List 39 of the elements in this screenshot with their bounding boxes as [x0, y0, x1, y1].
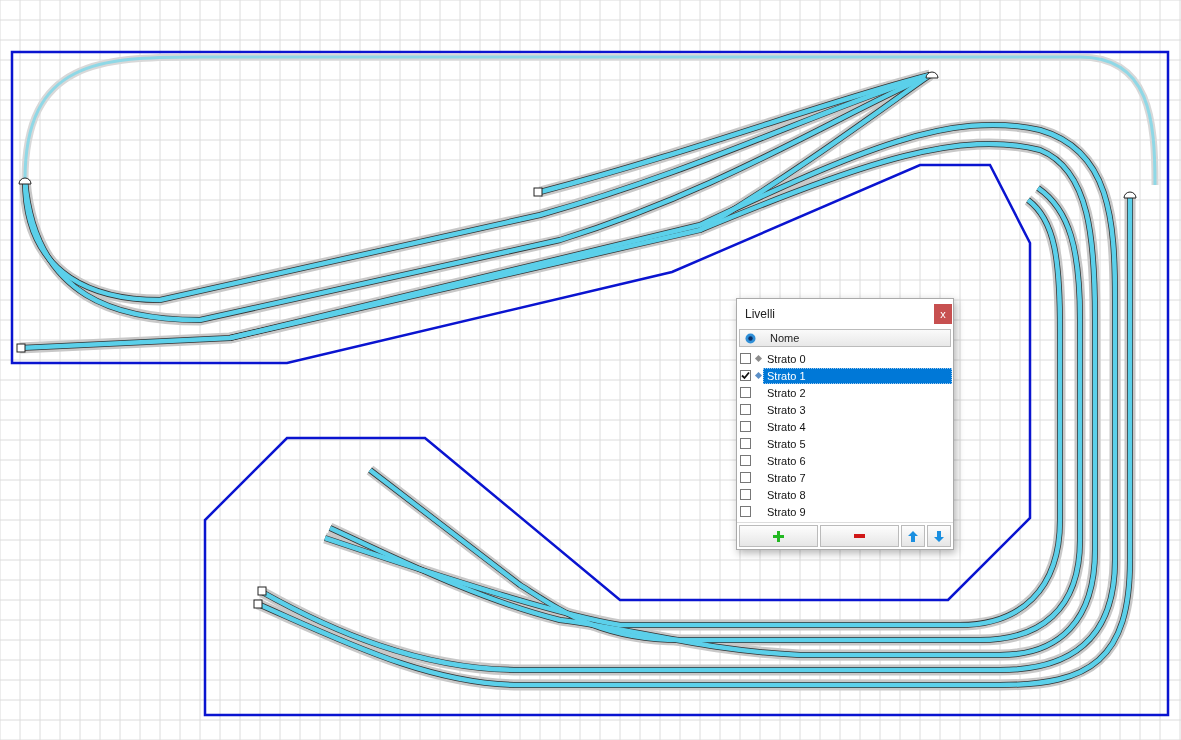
track-end-marker: [257, 586, 267, 596]
layer-checkbox[interactable]: [740, 404, 751, 415]
layer-checkbox[interactable]: [740, 506, 751, 517]
minus-icon: [854, 534, 866, 538]
track-end-marker: [16, 343, 26, 353]
arrow-down-icon: [934, 530, 945, 542]
buffer-stop-marker: [1123, 191, 1137, 199]
visibility-icon: [745, 332, 756, 344]
plus-icon: [773, 530, 785, 542]
layer-item[interactable]: Strato 5: [763, 435, 952, 452]
layer-item[interactable]: Strato 4: [763, 418, 952, 435]
layer-item[interactable]: Strato 3: [763, 401, 952, 418]
layer-item[interactable]: Strato 2: [763, 384, 952, 401]
layer-item[interactable]: Strato 6: [763, 452, 952, 469]
add-layer-button[interactable]: [739, 525, 819, 547]
layer-checkbox[interactable]: [740, 438, 751, 449]
layer-checkbox[interactable]: [740, 353, 751, 364]
close-button[interactable]: x: [934, 304, 952, 324]
column-title: Nome: [770, 332, 800, 344]
layer-item[interactable]: Strato 9: [763, 503, 952, 520]
track-end-marker: [253, 599, 263, 609]
layer-item[interactable]: Strato 1: [763, 367, 952, 384]
move-down-button[interactable]: [927, 525, 951, 547]
layer-checkbox[interactable]: [740, 421, 751, 432]
buffer-stop-marker: [18, 177, 32, 185]
buffer-stop-marker: [925, 71, 939, 79]
layer-checkbox[interactable]: [740, 489, 751, 500]
move-up-button[interactable]: [901, 525, 926, 547]
layer-item[interactable]: Strato 0: [763, 350, 952, 367]
layer-checkbox[interactable]: [740, 455, 751, 466]
track-end-marker: [533, 187, 543, 197]
arrow-up-icon: [908, 530, 919, 542]
layer-checkbox[interactable]: [740, 387, 751, 398]
layer-checkbox[interactable]: [740, 472, 751, 483]
remove-layer-button[interactable]: [820, 525, 900, 547]
panel-title: Livelli: [745, 307, 775, 321]
layer-checkbox[interactable]: [740, 370, 751, 381]
layer-item[interactable]: Strato 7: [763, 469, 952, 486]
layer-item[interactable]: Strato 8: [763, 486, 952, 503]
